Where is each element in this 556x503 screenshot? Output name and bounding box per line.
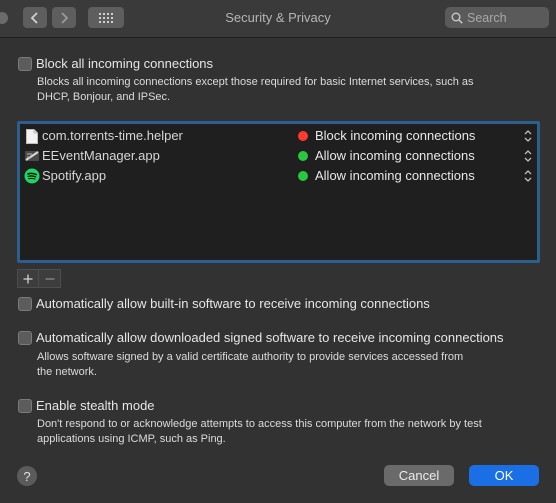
search-icon: [451, 12, 463, 24]
connection-status[interactable]: Allow incoming connections: [315, 148, 475, 163]
app-firewall-list[interactable]: com.torrents-time.helper Block incoming …: [17, 121, 540, 263]
auto-allow-signed-description-line: the network.: [37, 366, 97, 378]
status-dot: [298, 151, 308, 161]
document-icon: [24, 128, 40, 144]
block-all-checkbox[interactable]: [18, 57, 32, 71]
search-field[interactable]: [445, 7, 549, 28]
spotify-icon: [24, 168, 40, 184]
cancel-button[interactable]: Cancel: [384, 465, 454, 486]
eevent-app-icon: [24, 148, 40, 164]
app-name: EEventManager.app: [42, 148, 160, 163]
ok-button[interactable]: OK: [469, 465, 539, 486]
list-item[interactable]: Spotify.app Allow incoming connections: [20, 166, 537, 186]
help-button[interactable]: ?: [17, 466, 37, 486]
popup-stepper-icon[interactable]: [523, 169, 533, 183]
block-all-label: Block all incoming connections: [36, 56, 214, 71]
plus-icon: [23, 274, 33, 283]
list-item[interactable]: com.torrents-time.helper Block incoming …: [20, 126, 537, 146]
block-all-description: Blocks all incoming connections except t…: [37, 75, 474, 105]
stealth-mode-description-line: Don't respond to or acknowledge attempts…: [37, 418, 482, 430]
stealth-mode-label: Enable stealth mode: [36, 398, 155, 413]
stealth-mode-description: Don't respond to or acknowledge attempts…: [37, 417, 482, 447]
status-dot: [298, 131, 308, 141]
popup-stepper-icon[interactable]: [523, 149, 533, 163]
block-all-description-line: Blocks all incoming connections except t…: [37, 76, 474, 88]
add-app-button[interactable]: [17, 269, 39, 288]
auto-allow-builtin-checkbox[interactable]: [18, 297, 32, 311]
stealth-mode-description-line: applications using ICMP, such as Ping.: [37, 433, 226, 445]
connection-status[interactable]: Block incoming connections: [315, 128, 475, 143]
list-item[interactable]: EEventManager.app Allow incoming connect…: [20, 146, 537, 166]
minus-icon: [45, 277, 54, 280]
auto-allow-signed-checkbox[interactable]: [18, 331, 32, 345]
status-dot: [298, 171, 308, 181]
auto-allow-signed-description-line: Allows software signed by a valid certif…: [37, 351, 464, 363]
auto-allow-signed-label: Automatically allow downloaded signed so…: [36, 330, 504, 345]
auto-allow-builtin-label: Automatically allow built-in software to…: [36, 296, 430, 311]
title-bar: Security & Privacy: [0, 0, 556, 38]
auto-allow-signed-description: Allows software signed by a valid certif…: [37, 350, 463, 380]
app-name: com.torrents-time.helper: [42, 128, 183, 143]
list-controls: [17, 269, 63, 289]
search-input[interactable]: [463, 10, 543, 25]
app-name: Spotify.app: [42, 168, 107, 183]
popup-stepper-icon[interactable]: [523, 129, 533, 143]
block-all-description-line: DHCP, Bonjour, and IPSec.: [37, 91, 171, 103]
remove-app-button[interactable]: [39, 269, 61, 288]
connection-status[interactable]: Allow incoming connections: [315, 168, 475, 183]
stealth-mode-checkbox[interactable]: [18, 399, 32, 413]
